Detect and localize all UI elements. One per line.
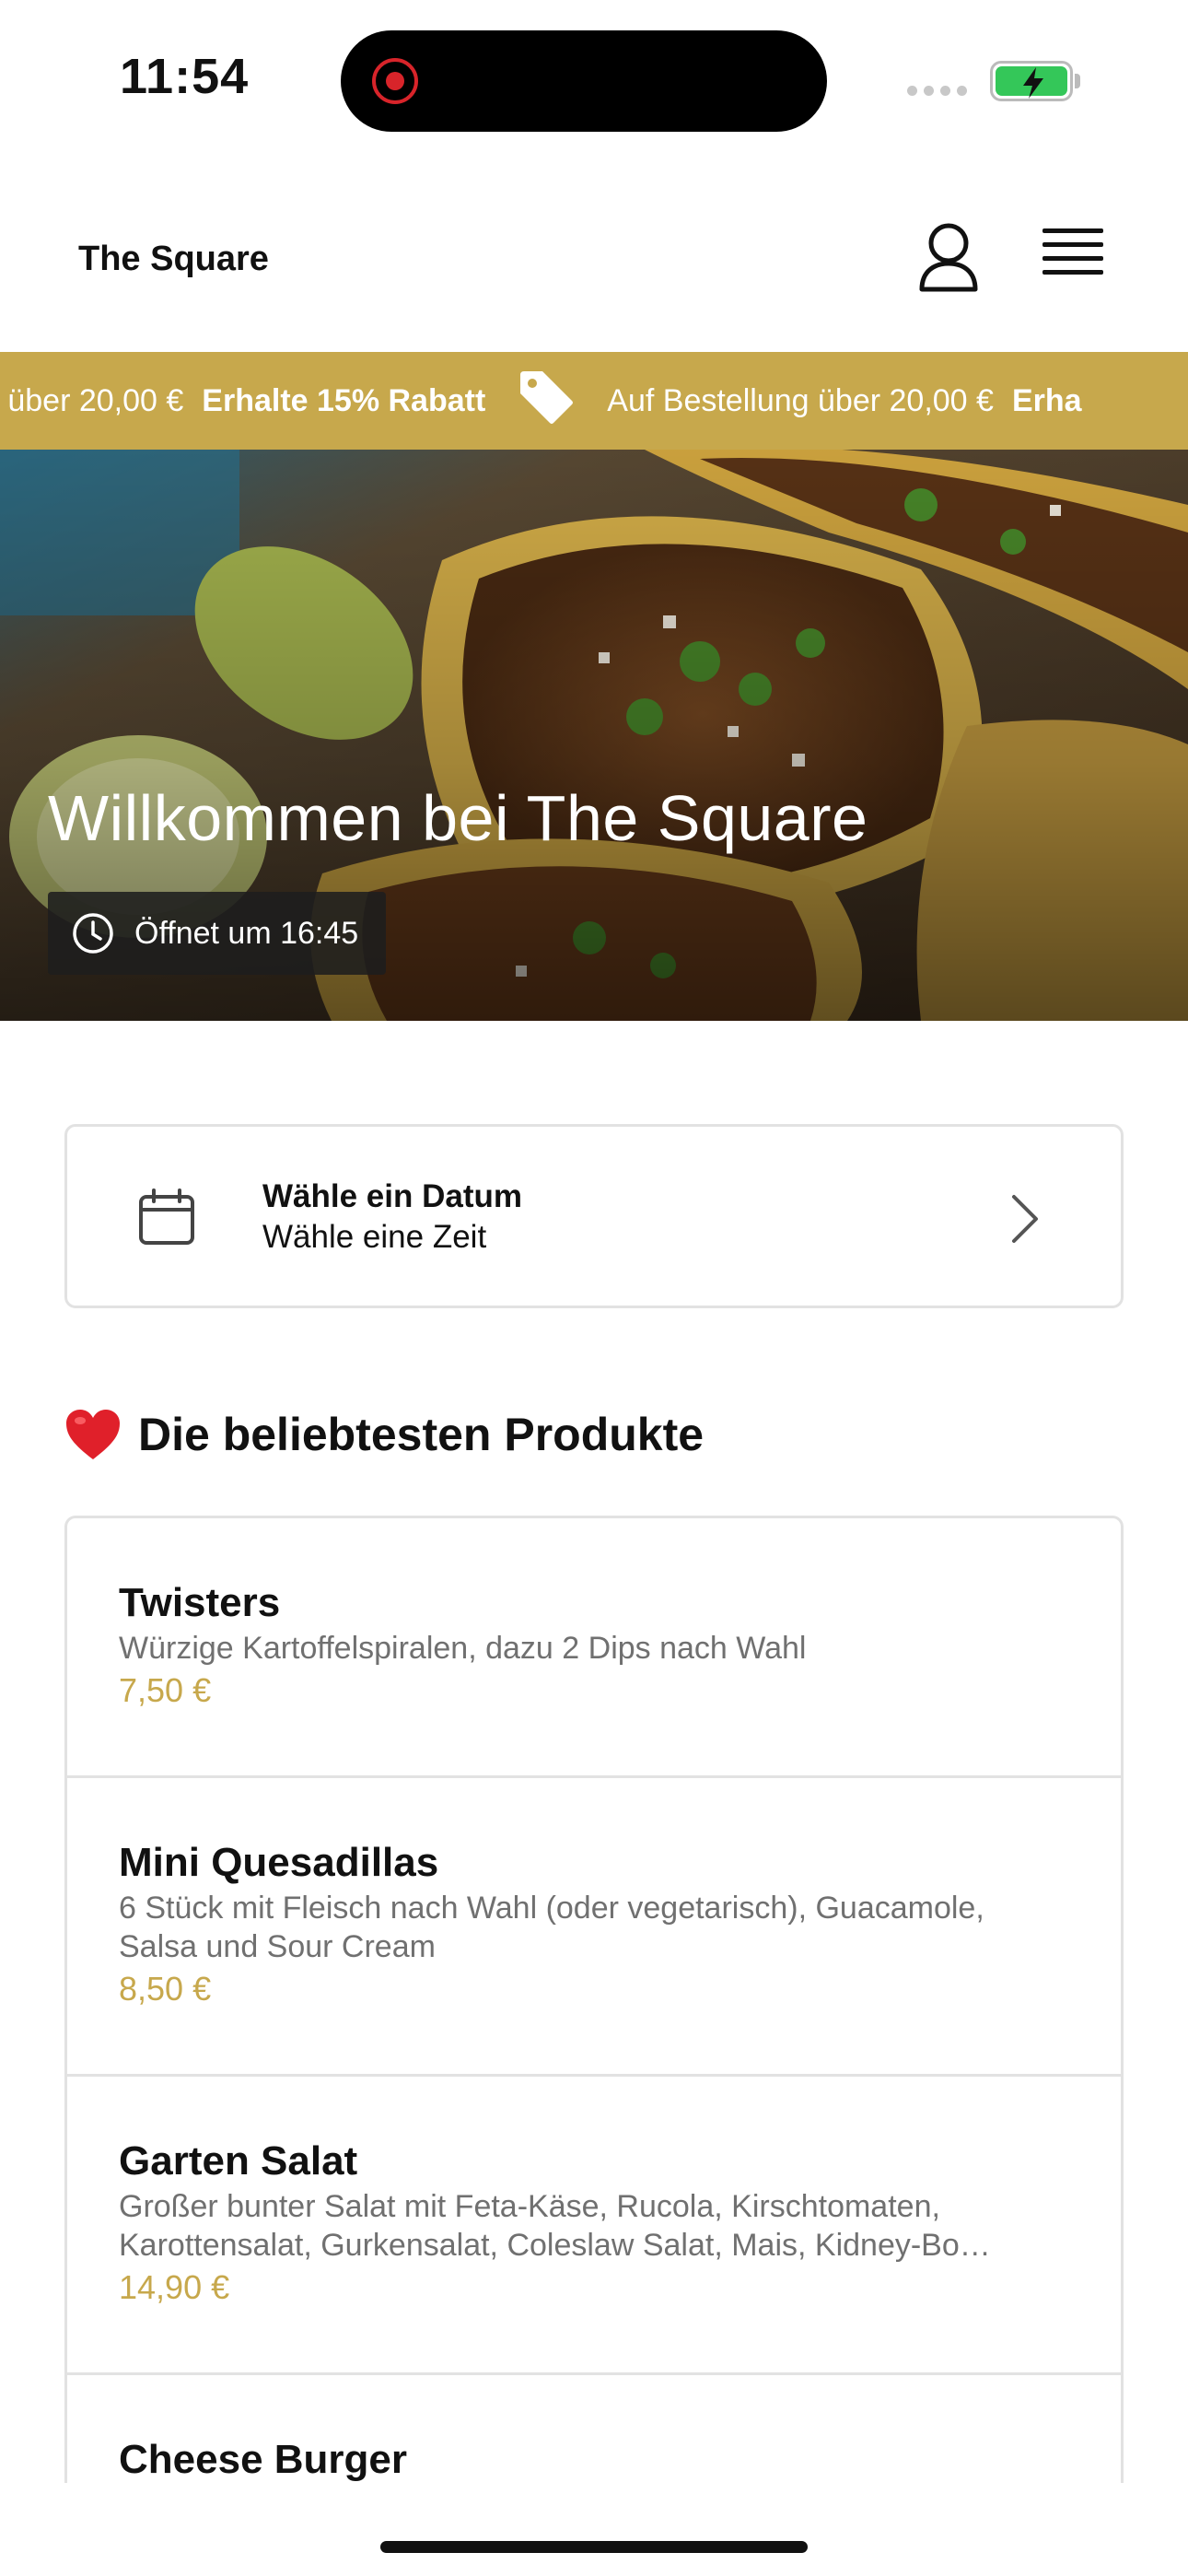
product-description: Großer bunter Salat mit Feta-Käse, Rucol…	[119, 2189, 991, 2263]
promo-text: Auf Bestellung über 20,00 €	[607, 382, 994, 418]
calendar-icon	[137, 1188, 196, 1251]
opening-badge: Öffnet um 16:45	[48, 892, 387, 975]
product-name: Mini Quesadillas	[119, 1840, 439, 1885]
date-picker-title: Wähle ein Datum	[262, 1178, 522, 1214]
product-description: Würzige Kartoffelspiralen, dazu 2 Dips n…	[119, 1631, 807, 1666]
status-bar: 11:54	[0, 0, 1188, 157]
app-header: The Square	[0, 184, 1188, 350]
product-description: 6 Stück mit Fleisch nach Wahl (oder vege…	[119, 1891, 984, 1964]
product-card[interactable]: Garten Salat Großer bunter Salat mit Fet…	[67, 2077, 1121, 2375]
product-price: 7,50 €	[119, 1671, 212, 1709]
tag-icon	[517, 368, 576, 435]
product-card[interactable]: Cheese Burger	[67, 2375, 1121, 2483]
brand-name[interactable]: The Square	[78, 240, 269, 279]
product-price: 14,90 €	[119, 2268, 230, 2306]
battery-icon	[990, 61, 1073, 101]
date-time-picker[interactable]: Wähle ein Datum Wähle eine Zeit	[64, 1124, 1124, 1308]
user-icon[interactable]	[916, 221, 981, 295]
section-title: Die beliebtesten Produkte	[64, 1408, 704, 1461]
product-card[interactable]: Twisters Würzige Kartoffelspiralen, dazu…	[67, 1518, 1121, 1778]
hero-banner: Willkommen bei The Square Öffnet um 16:4…	[0, 450, 1188, 1021]
section-title-text: Die beliebtesten Produkte	[138, 1409, 705, 1460]
battery-cap	[1075, 74, 1080, 88]
promo-banner: g über 20,00 € Erhalte 15% Rabatt Auf Be…	[0, 352, 1188, 450]
promo-text: g über 20,00 €	[0, 382, 184, 418]
menu-icon[interactable]	[1042, 228, 1103, 284]
heart-icon	[64, 1408, 122, 1461]
clock-icon	[72, 912, 114, 954]
date-picker-subtitle: Wähle eine Zeit	[262, 1219, 487, 1255]
record-icon	[372, 58, 418, 104]
signal-icon	[907, 86, 967, 96]
opening-time: Öffnet um 16:45	[134, 915, 359, 951]
product-price: 8,50 €	[119, 1970, 212, 2008]
chevron-right-icon	[1007, 1191, 1043, 1251]
home-indicator[interactable]	[380, 2541, 808, 2553]
product-list: Twisters Würzige Kartoffelspiralen, dazu…	[64, 1516, 1124, 2483]
promo-highlight: Erha	[1011, 382, 1082, 418]
promo-track: g über 20,00 € Erhalte 15% Rabatt Auf Be…	[0, 352, 1113, 450]
promo-highlight: Erhalte 15% Rabatt	[202, 382, 486, 418]
product-card[interactable]: Mini Quesadillas 6 Stück mit Fleisch nac…	[67, 1778, 1121, 2077]
product-name: Twisters	[119, 1580, 281, 1625]
status-time: 11:54	[120, 49, 250, 104]
product-name: Cheese Burger	[119, 2437, 408, 2482]
dynamic-island	[341, 30, 827, 132]
product-name: Garten Salat	[119, 2138, 358, 2184]
hero-title: Willkommen bei The Square	[48, 782, 868, 854]
